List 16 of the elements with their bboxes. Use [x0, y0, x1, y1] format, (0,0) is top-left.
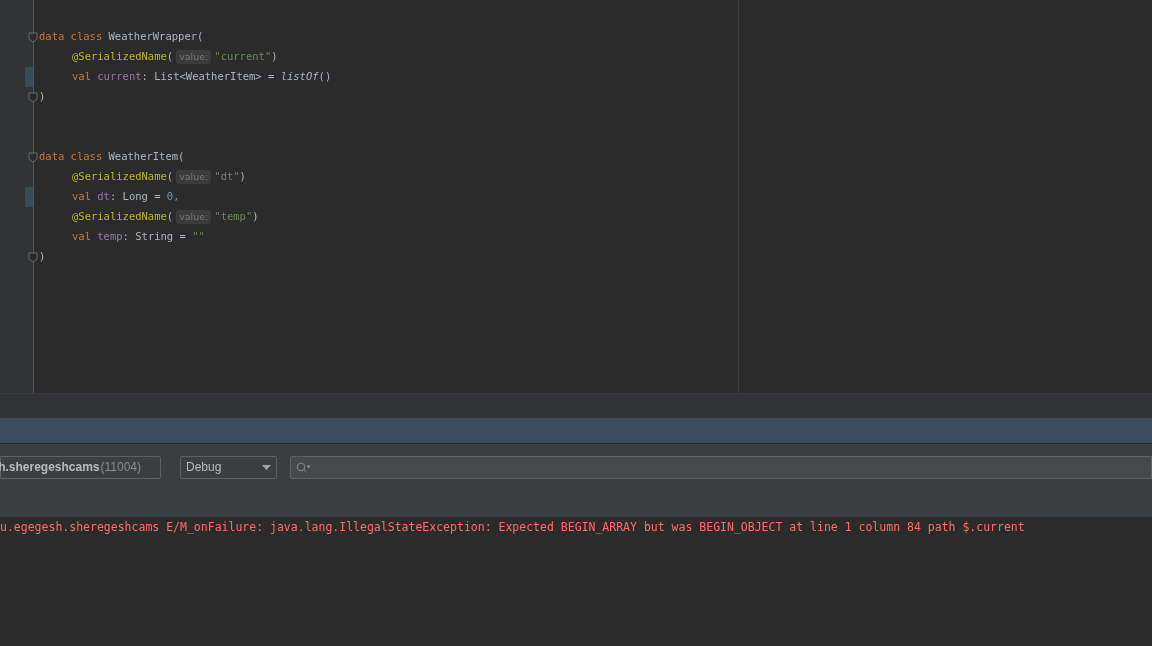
- fold-icon[interactable]: [28, 31, 38, 43]
- code-line: val temp: String = "": [72, 229, 205, 245]
- code-line: ): [39, 249, 46, 265]
- fold-icon[interactable]: [28, 251, 38, 263]
- log-line: u.egegesh.sheregeshcams E/M_onFailure: java.lang.IllegalStateException: Expected BEGIN_ARRAY but was BEGIN_OBJECT at line 1 column 84 path $.current: [0, 520, 1025, 534]
- code-line: val dt: Long = 0,: [72, 189, 180, 205]
- code-line: data class WeatherItem(: [39, 149, 185, 165]
- search-field[interactable]: [290, 455, 1152, 479]
- fold-icon[interactable]: [28, 91, 38, 103]
- code-line: data class WeatherWrapper(: [39, 29, 204, 45]
- code-line: val current: List<WeatherItem> = listOf(): [72, 69, 332, 85]
- code-line: ): [39, 89, 46, 105]
- search-icon: [296, 461, 311, 473]
- dropdown-caret-icon: [262, 464, 271, 470]
- fold-icon[interactable]: [28, 151, 38, 163]
- log-level-dropdown[interactable]: Debug: [180, 455, 277, 479]
